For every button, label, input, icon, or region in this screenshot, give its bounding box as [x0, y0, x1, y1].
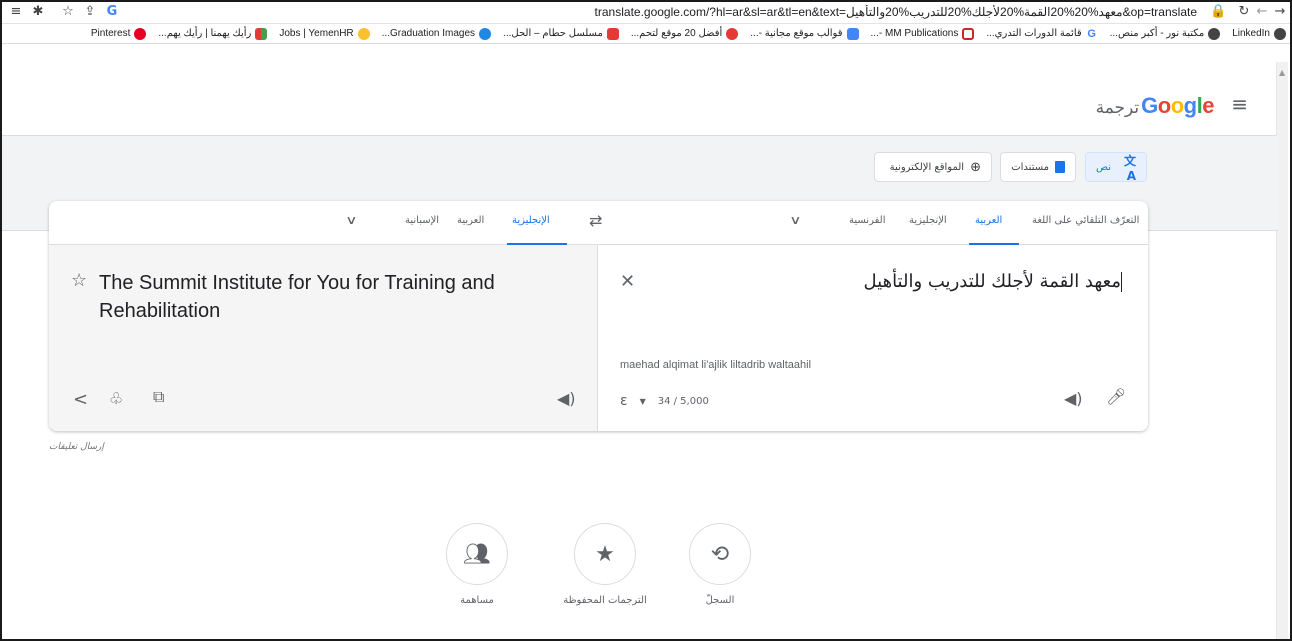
- target-lang-english[interactable]: الإنجليزية: [512, 215, 550, 226]
- bookmark-mm-publications[interactable]: MM Publications -...: [871, 27, 975, 40]
- target-lang-spanish[interactable]: الإسبانية: [405, 215, 439, 226]
- input-tools-dropdown-icon[interactable]: ▼: [640, 397, 646, 406]
- video-icon: [606, 27, 619, 40]
- source-text-input[interactable]: معهد القمة لأجلك للتدريب والتأهيل: [682, 271, 1122, 292]
- copy-translation-icon[interactable]: ⧉: [153, 387, 164, 407]
- site-icon: [726, 27, 739, 40]
- source-language-more-icon[interactable]: ∨: [789, 213, 801, 227]
- browser-window: ≡ ✱ ☆ ⇪ G translate.google.com/?hl=ar&sl…: [0, 0, 1292, 641]
- input-tools-icon[interactable]: ε: [620, 393, 628, 409]
- swap-languages-icon[interactable]: ⇄: [589, 211, 602, 230]
- send-feedback-link[interactable]: إرسال تعليقات: [49, 442, 104, 452]
- document-icon: [1055, 161, 1065, 173]
- translation-output: The Summit Institute for You for Trainin…: [99, 272, 495, 322]
- bookmarks-bar: LinkedIn مكتبة نور - أكبر منص... G قائمة …: [2, 24, 1290, 44]
- forward-icon[interactable]: ←: [1254, 4, 1270, 20]
- reload-icon[interactable]: ↻: [1236, 4, 1252, 20]
- output-panel: ☆ The Summit Institute for You for Train…: [49, 245, 598, 431]
- docs-icon: [846, 27, 859, 40]
- clear-source-icon[interactable]: ✕: [620, 271, 635, 292]
- address-bar[interactable]: translate.google.com/?hl=ar&sl=ar&tl=en&…: [542, 5, 1197, 21]
- source-transliteration: maehad alqimat li'ajlik liltadrib waltaa…: [620, 359, 812, 371]
- globe-icon: [1274, 27, 1286, 40]
- lock-icon[interactable]: 🔒: [1210, 4, 1226, 20]
- target-lang-arabic[interactable]: العربية: [457, 215, 484, 226]
- google-wordmark: Google: [1141, 93, 1214, 118]
- bookmark-linkedin[interactable]: LinkedIn: [1232, 27, 1286, 40]
- google-icon: G: [1085, 27, 1098, 40]
- graduation-icon: [479, 27, 492, 40]
- extensions-icon[interactable]: ✱: [30, 4, 46, 20]
- google-lens-icon[interactable]: G: [104, 4, 120, 20]
- source-lang-detect[interactable]: التعرّف التلقائي على اللغة: [1032, 215, 1139, 226]
- reading-list-icon[interactable]: ≡: [8, 4, 24, 20]
- bookmark-top-20-sites[interactable]: أفضل 20 موقع لتحم...: [631, 27, 739, 40]
- input-panel[interactable]: ✕ معهد القمة لأجلك للتدريب والتأهيل maeh…: [598, 245, 1148, 431]
- app-header: ≡ ترجمة Google: [2, 45, 1278, 136]
- saved-translations-button[interactable]: ★ الترجمات المحفوظة: [545, 523, 665, 606]
- mode-documents-button[interactable]: مستندات: [1000, 152, 1076, 182]
- text-caret: [1121, 272, 1122, 292]
- main-menu-icon[interactable]: ≡: [1231, 92, 1248, 116]
- scroll-up-icon[interactable]: ▲: [1279, 68, 1285, 77]
- star-icon: ★: [574, 523, 636, 585]
- mode-text-button[interactable]: 文A نص: [1085, 152, 1147, 183]
- opinion-icon: [255, 27, 268, 40]
- book-icon: [962, 27, 975, 40]
- globe-icon: [1208, 27, 1221, 40]
- mode-websites-button[interactable]: ⊕ المواقع الإلكترونية: [874, 152, 992, 182]
- bookmark-series[interactable]: مسلسل حطام – الحل...: [503, 27, 619, 40]
- yemenhr-icon: [357, 27, 370, 40]
- bookmark-courses-list[interactable]: G قائمة الدورات التدري...: [986, 27, 1098, 40]
- character-counter: 34 / 5,000: [657, 395, 709, 407]
- input-tools: ε ▼ 34 / 5,000: [620, 393, 709, 409]
- google-translate-logo[interactable]: ترجمة Google: [1096, 93, 1215, 119]
- contribute-button[interactable]: 👥︎ مساهمة: [417, 523, 537, 606]
- pinterest-icon: [134, 27, 147, 40]
- bookmark-free-templates[interactable]: قوالب موقع مجانية -...: [750, 27, 859, 40]
- translate-card: ∨ الإسبانية العربية الإنجليزية ⇄ ∨ الفرن…: [49, 201, 1148, 431]
- share-translation-icon[interactable]: <: [73, 389, 88, 410]
- source-lang-english[interactable]: الإنجليزية: [909, 215, 947, 226]
- microphone-icon[interactable]: 🎤︎: [1106, 387, 1126, 406]
- bookmark-yemenhr[interactable]: Jobs | YemenHR: [279, 27, 370, 40]
- translate-icon: 文A: [1123, 153, 1136, 183]
- bookmark-pinterest[interactable]: Pinterest: [91, 27, 147, 40]
- bookmark-your-opinion[interactable]: رأيك يهمنا | رأيك يهم...: [158, 27, 268, 40]
- globe-icon: ⊕: [970, 159, 981, 175]
- save-translation-star-icon[interactable]: ☆: [71, 270, 87, 291]
- bookmark-star-icon[interactable]: ☆: [60, 4, 76, 20]
- bookmark-graduation-images[interactable]: Graduation Images...: [382, 27, 492, 40]
- people-icon: 👥︎: [446, 523, 508, 585]
- source-lang-arabic[interactable]: العربية: [975, 215, 1002, 226]
- history-icon: ⟲: [689, 523, 751, 585]
- source-lang-french[interactable]: الفرنسية: [849, 215, 885, 226]
- history-button[interactable]: ⟲ السجلّ: [660, 523, 780, 606]
- target-language-more-icon[interactable]: ∨: [345, 213, 357, 227]
- rate-translation-icon[interactable]: ♧: [109, 389, 123, 408]
- back-icon[interactable]: →: [1272, 4, 1288, 20]
- listen-source-icon[interactable]: ◀): [1064, 389, 1083, 408]
- listen-translation-icon[interactable]: ◀): [557, 389, 576, 408]
- browser-toolbar: ≡ ✱ ☆ ⇪ G translate.google.com/?hl=ar&sl…: [2, 2, 1290, 24]
- share-icon[interactable]: ⇪: [82, 4, 98, 20]
- bookmark-noor-library[interactable]: مكتبة نور - أكبر منص...: [1110, 27, 1221, 40]
- language-bar: ∨ الإسبانية العربية الإنجليزية ⇄ ∨ الفرن…: [49, 201, 1148, 245]
